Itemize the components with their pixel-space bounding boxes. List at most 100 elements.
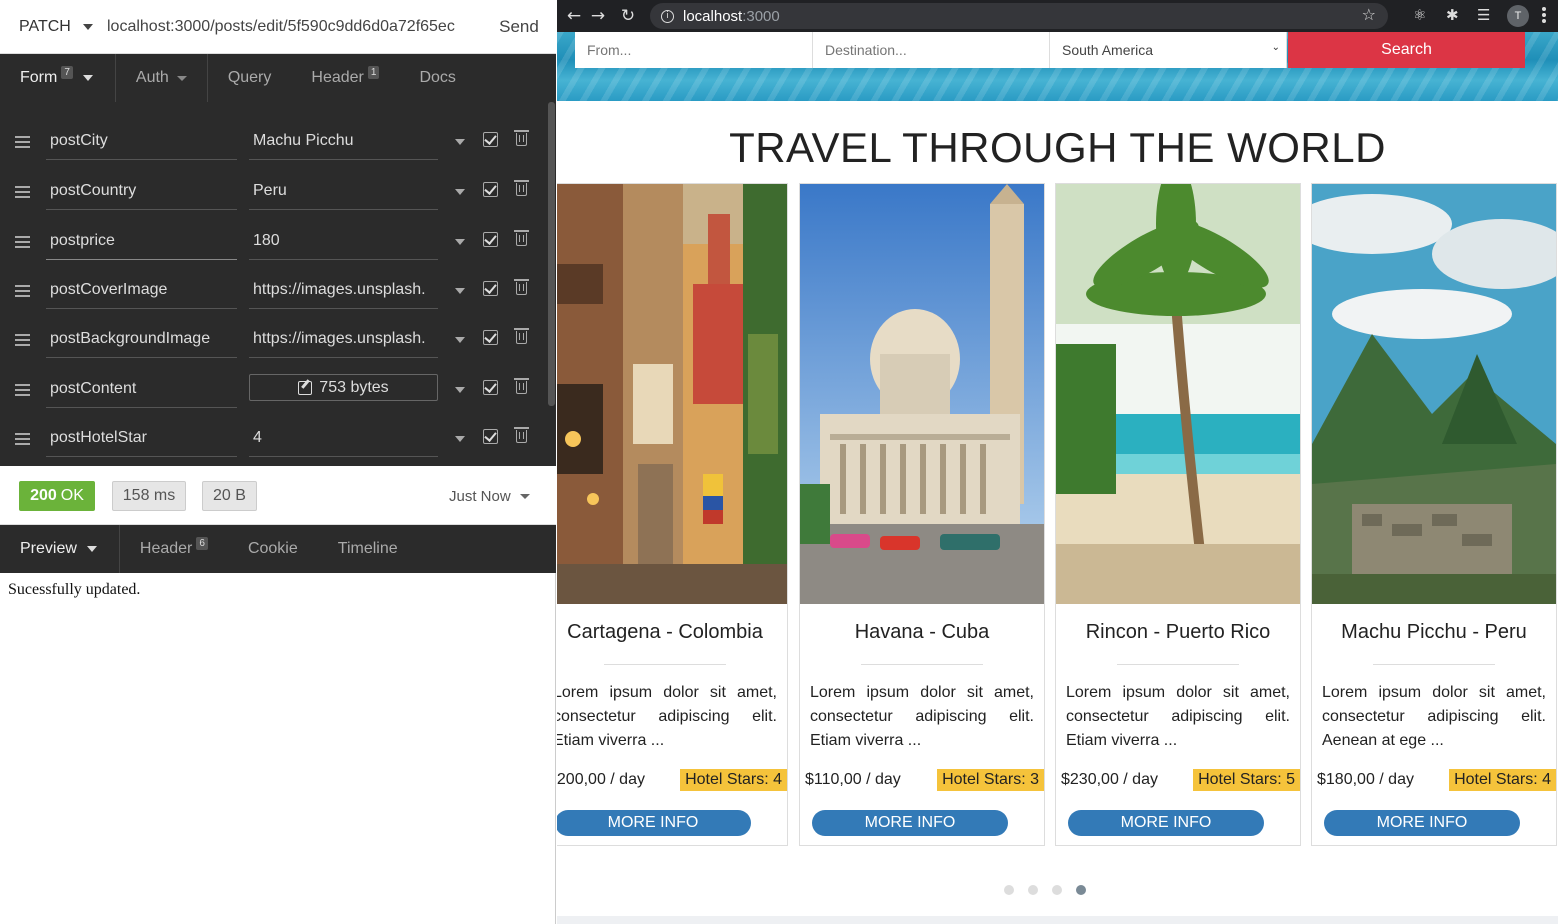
field-name[interactable]: postBackgroundImage — [46, 320, 237, 358]
field-value[interactable]: 4 — [249, 419, 438, 457]
checkbox-icon[interactable] — [483, 182, 498, 197]
trash-icon[interactable] — [514, 180, 529, 196]
send-button[interactable]: Send — [482, 0, 556, 54]
more-info-button[interactable]: MORE INFO — [1324, 810, 1520, 836]
media-queue-icon[interactable]: ☰ — [1477, 6, 1490, 24]
tab-form-label: Form — [20, 69, 58, 86]
trash-icon[interactable] — [514, 378, 529, 394]
field-name[interactable]: postCity — [46, 122, 237, 160]
checkbox-icon[interactable] — [483, 232, 498, 247]
chevron-down-icon[interactable] — [455, 436, 465, 442]
tab-preview[interactable]: Preview — [0, 525, 120, 573]
card-description: Lorem ipsum dolor sit amet, consectetur … — [1066, 684, 1290, 749]
checkbox-icon[interactable] — [483, 132, 498, 147]
carousel-dot[interactable] — [1028, 885, 1038, 895]
hotel-stars-badge: Hotel Stars: 4 — [680, 769, 787, 791]
tab-response-header-badge: 6 — [196, 536, 208, 550]
field-name[interactable]: postCoverImage — [46, 271, 237, 309]
chevron-down-icon[interactable] — [455, 139, 465, 145]
checkbox-icon[interactable] — [483, 380, 498, 395]
search-button[interactable]: Search — [1288, 32, 1525, 68]
field-name[interactable]: postHotelStar — [46, 419, 237, 457]
address-bar[interactable]: i localhost :3000 ☆ — [650, 3, 1388, 29]
drag-handle-icon[interactable] — [15, 186, 30, 198]
more-info-button[interactable]: MORE INFO — [812, 810, 1008, 836]
field-name[interactable]: postprice — [46, 222, 237, 260]
carousel-dot[interactable] — [1076, 885, 1086, 895]
trash-icon[interactable] — [514, 279, 529, 295]
field-value[interactable]: https://images.unsplash. — [249, 271, 438, 309]
chevron-down-icon[interactable] — [455, 189, 465, 195]
trash-icon[interactable] — [514, 427, 529, 443]
drag-handle-icon[interactable] — [15, 384, 30, 396]
region-select[interactable]: South America ⌄ — [1050, 32, 1287, 68]
menu-icon[interactable] — [1542, 7, 1546, 25]
star-icon[interactable]: ☆ — [1362, 5, 1376, 24]
more-info-button[interactable]: MORE INFO — [1068, 810, 1264, 836]
drag-handle-icon[interactable] — [15, 433, 30, 445]
field-value[interactable]: https://images.unsplash. — [249, 320, 438, 358]
response-size: 20 B — [202, 481, 257, 511]
chevron-down-icon[interactable] — [455, 239, 465, 245]
scrollbar[interactable] — [548, 102, 555, 406]
react-devtools-icon[interactable]: ⚛ — [1413, 6, 1426, 24]
tab-header-badge: 1 — [367, 65, 380, 79]
url-input[interactable] — [100, 0, 482, 54]
trash-icon[interactable] — [514, 130, 529, 146]
reload-icon[interactable]: ↻ — [611, 6, 645, 26]
history-dropdown[interactable]: Just Now — [449, 488, 530, 505]
info-icon[interactable]: i — [661, 9, 674, 23]
hotel-stars-badge: Hotel Stars: 4 — [1449, 769, 1556, 791]
divider — [861, 664, 983, 665]
tab-cookie-label: Cookie — [247, 540, 298, 557]
divider — [1373, 664, 1495, 665]
drag-handle-icon[interactable] — [15, 334, 30, 346]
chevron-down-icon — [86, 546, 97, 552]
file-bytes-button[interactable]: 753 bytes — [249, 374, 438, 401]
destination-input[interactable] — [813, 32, 1050, 68]
field-value[interactable]: Machu Picchu — [249, 122, 438, 160]
status-text: OK — [60, 487, 84, 504]
field-name[interactable]: postContent — [46, 370, 237, 408]
trash-icon[interactable] — [514, 328, 529, 344]
tab-preview-label: Preview — [20, 540, 77, 557]
card-title: Rincon - Puerto Rico — [1085, 621, 1271, 643]
field-value[interactable]: 180 — [249, 222, 438, 260]
tab-form[interactable]: Form 7 — [0, 54, 116, 102]
checkbox-icon[interactable] — [483, 330, 498, 345]
tab-response-header[interactable]: Header 6 — [120, 525, 228, 573]
avatar[interactable]: T — [1507, 5, 1529, 27]
tab-docs[interactable]: Docs — [399, 54, 475, 102]
carousel-dot[interactable] — [1004, 885, 1014, 895]
response-tabs: Preview Header 6 Cookie Timeline — [0, 525, 556, 573]
tab-query[interactable]: Query — [208, 54, 292, 102]
trash-icon[interactable] — [514, 230, 529, 246]
chevron-down-icon[interactable] — [455, 337, 465, 343]
from-input[interactable] — [575, 32, 813, 68]
more-info-button[interactable]: MORE INFO — [557, 810, 751, 836]
checkbox-icon[interactable] — [483, 281, 498, 296]
forward-icon[interactable]: → — [581, 6, 615, 26]
hero-banner: South America ⌄ Search — [557, 32, 1558, 101]
drag-handle-icon[interactable] — [15, 285, 30, 297]
drag-handle-icon[interactable] — [15, 136, 30, 148]
chevron-down-icon[interactable] — [455, 288, 465, 294]
tab-form-badge: 7 — [61, 65, 73, 79]
field-name[interactable]: postCountry — [46, 172, 237, 210]
tab-auth[interactable]: Auth — [116, 54, 208, 102]
tab-cookie[interactable]: Cookie — [228, 525, 318, 573]
chevron-down-icon[interactable] — [455, 387, 465, 393]
divider — [1117, 664, 1239, 665]
carousel-dot[interactable] — [1052, 885, 1062, 895]
form-row: postCoverImage https://images.unsplash. — [0, 267, 548, 317]
destination-card: Rincon - Puerto Rico Lorem ipsum dolor s… — [1055, 183, 1301, 846]
tab-header[interactable]: Header 1 — [291, 54, 399, 102]
drag-handle-icon[interactable] — [15, 236, 30, 248]
tab-timeline[interactable]: Timeline — [318, 525, 418, 573]
field-value[interactable]: Peru — [249, 172, 438, 210]
method-dropdown[interactable]: PATCH — [0, 0, 100, 54]
card-price: $110,00 / day — [805, 771, 901, 788]
form-row: postBackgroundImage https://images.unspl… — [0, 316, 548, 366]
extension-icon[interactable]: ✱ — [1446, 6, 1459, 24]
checkbox-icon[interactable] — [483, 429, 498, 444]
